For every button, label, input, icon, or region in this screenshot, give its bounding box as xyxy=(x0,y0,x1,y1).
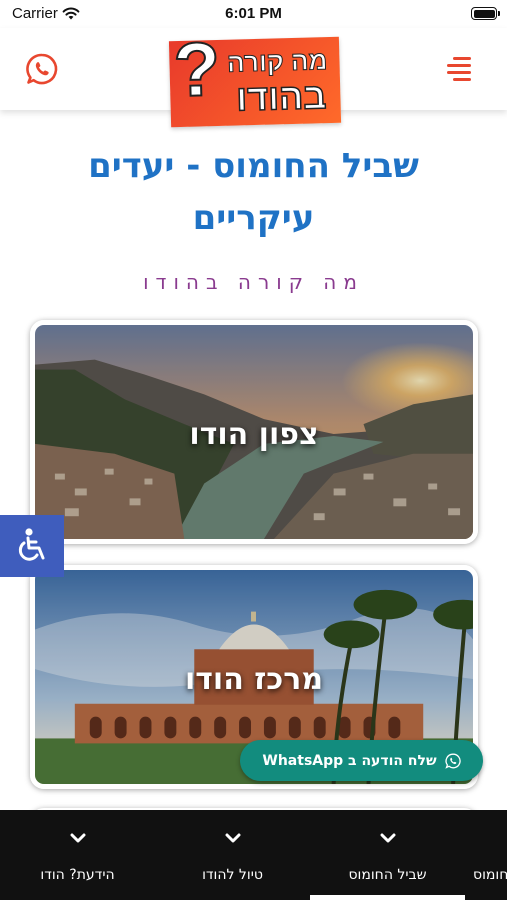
nav-item-hummus-trail[interactable]: שביל החומוס xyxy=(310,810,465,900)
logo-line-2: בהודו xyxy=(235,74,328,119)
logo-line-1: מה קורה xyxy=(226,45,328,79)
nav-active-indicator xyxy=(310,895,465,900)
accessibility-button[interactable] xyxy=(0,515,64,577)
nav-item-trip-to-india[interactable]: טיול להודו xyxy=(155,810,310,900)
whatsapp-send-label: שלח הודעה ב WhatsApp xyxy=(262,752,437,769)
page-title: שביל החומוס - יעדים עיקריים xyxy=(0,140,507,244)
page-subtitle: מה קורה בהודו xyxy=(143,270,364,294)
hamburger-menu-icon[interactable] xyxy=(447,57,471,81)
nav-item-did-you-know[interactable]: הידעת? הודו xyxy=(0,810,155,900)
nav-label-trip-to-india: טיול להודו xyxy=(202,867,263,883)
bottom-navigation: הידעת? הודו טיול להודו שביל החומוס חומוס xyxy=(0,810,507,900)
wheelchair-icon xyxy=(18,528,45,561)
chevron-down-icon xyxy=(225,833,240,843)
whatsapp-send-button[interactable]: שלח הודעה ב WhatsApp xyxy=(240,740,483,781)
status-bar: Carrier 6:01 PM xyxy=(0,0,507,28)
battery-icon xyxy=(471,7,500,20)
nav-label-did-you-know: הידעת? הודו xyxy=(40,867,115,883)
clock: 6:01 PM xyxy=(225,5,282,22)
logo-question-mark: ? xyxy=(172,26,223,114)
card-label-north-india: צפון הודו xyxy=(189,417,319,452)
chevron-down-icon xyxy=(70,833,85,843)
card-label-central-india: מרכז הודו xyxy=(184,662,324,697)
page-title-line-2: עיקריים xyxy=(192,198,315,238)
whatsapp-icon xyxy=(444,753,461,769)
whatsapp-icon[interactable] xyxy=(25,52,59,86)
nav-label-hummus: חומוס xyxy=(473,867,507,883)
chevron-down-icon xyxy=(380,833,395,843)
site-header: ? מה קורה בהודו xyxy=(0,26,507,128)
nav-item-hummus[interactable]: חומוס xyxy=(465,810,507,900)
nav-label-hummus-trail: שביל החומוס xyxy=(348,867,427,883)
site-logo[interactable]: ? מה קורה בהודו xyxy=(168,26,342,128)
destination-card-north-india[interactable]: צפון הודו xyxy=(30,320,478,544)
page-title-line-1: שביל החומוס - יעדים xyxy=(88,146,419,186)
